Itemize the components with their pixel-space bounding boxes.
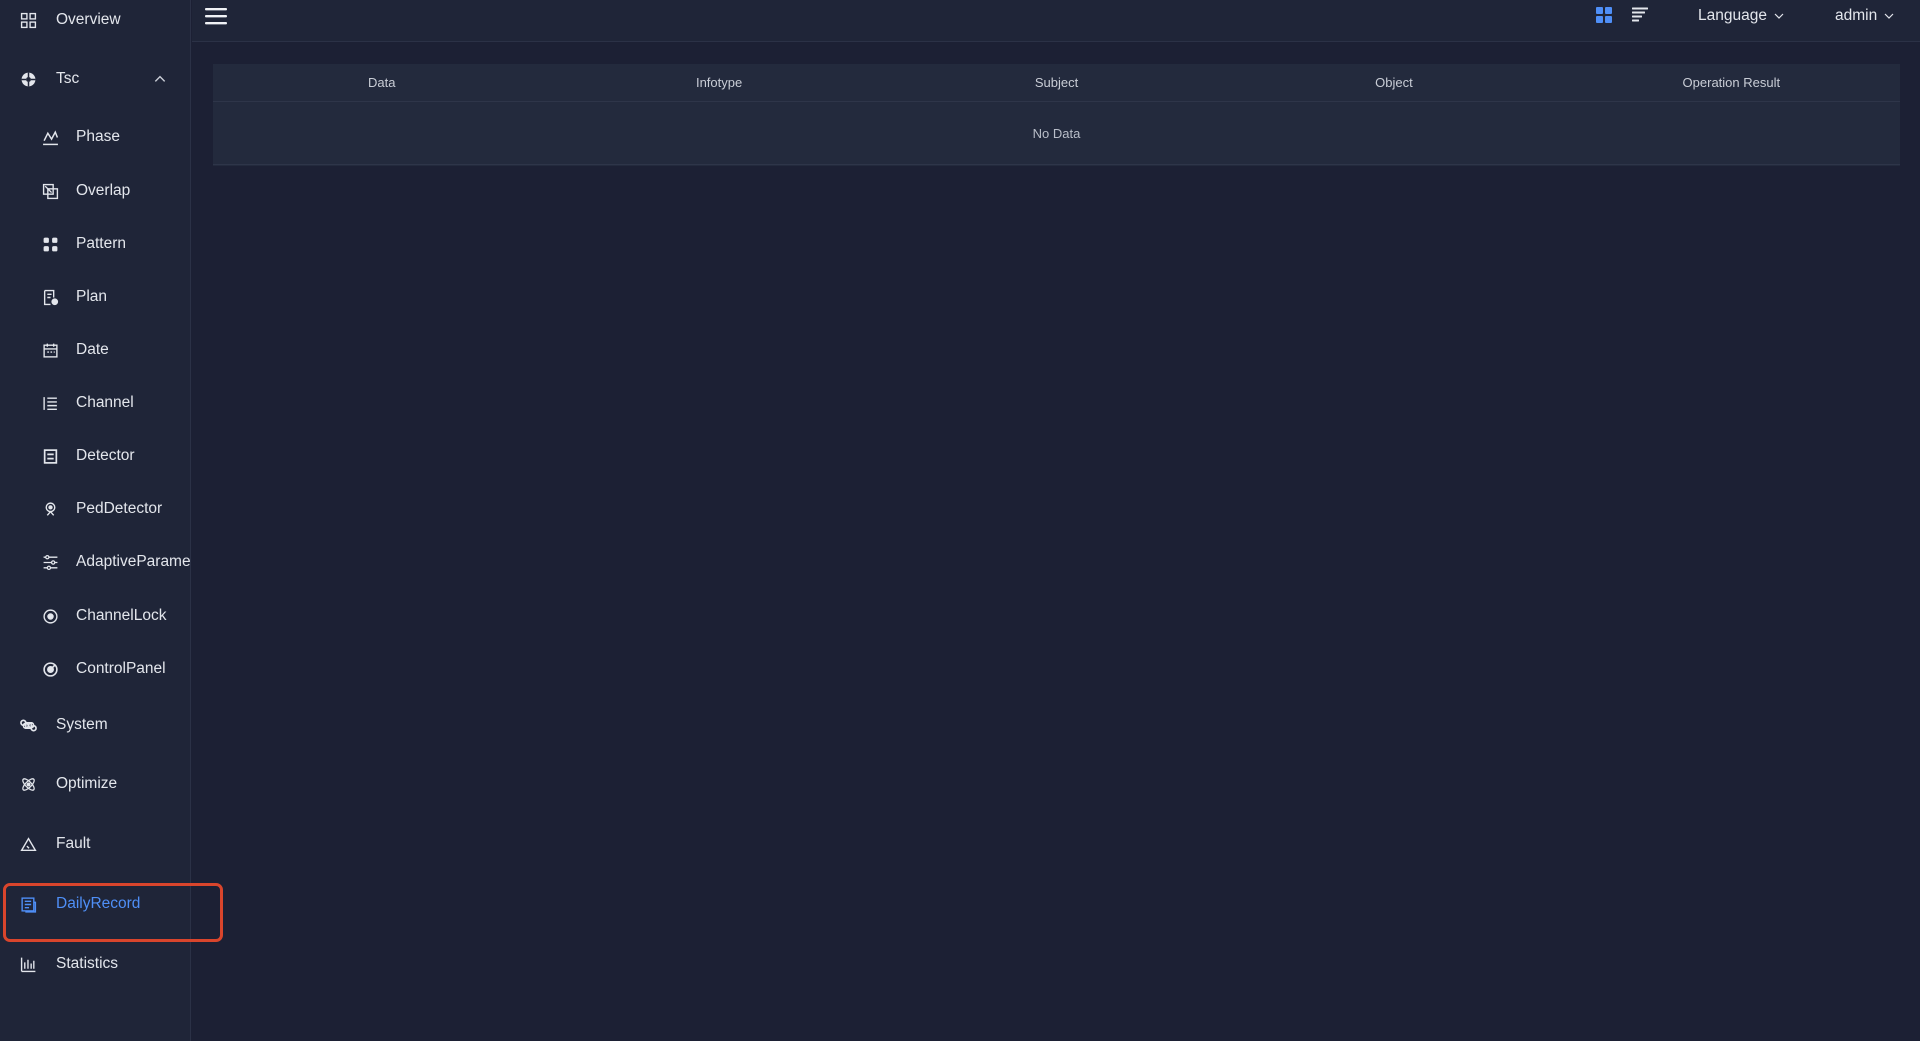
sidebar-item-label: Statistics	[56, 955, 119, 972]
table-header-row: Data Infotype Subject Object Operation R…	[213, 64, 1900, 102]
sidebar-item-dailyrecord[interactable]: DailyRecord	[0, 880, 190, 928]
atom-icon	[19, 775, 37, 793]
sidebar-item-channellock[interactable]: ChannelLock	[0, 592, 190, 640]
sidebar-item-date[interactable]: Date	[0, 326, 190, 374]
sidebar-item-label: ChannelLock	[76, 607, 167, 624]
sidebar-item-label: Pattern	[76, 235, 126, 252]
column-header-subject[interactable]: Subject	[888, 75, 1225, 90]
control-dial-icon	[41, 660, 59, 678]
lock-circle-icon	[41, 607, 59, 625]
chevron-down-icon	[1884, 13, 1894, 19]
sidebar-item-label: Phase	[76, 128, 120, 145]
pedestrian-icon	[41, 500, 59, 518]
sidebar-item-optimize[interactable]: Optimize	[0, 760, 190, 808]
sidebar-item-controlpanel[interactable]: ControlPanel	[0, 645, 190, 693]
tsc-aperture-icon	[19, 70, 37, 88]
command-icon	[19, 716, 37, 734]
language-dropdown[interactable]: Language	[1698, 7, 1785, 25]
empty-state-text: No Data	[213, 102, 1900, 165]
sidebar-item-phase[interactable]: Phase	[0, 113, 190, 161]
sliders-icon	[41, 553, 59, 571]
sidebar-item-label: Detector	[76, 447, 135, 464]
overview-grid-icon	[19, 11, 37, 29]
sidebar: Overview Tsc Phase Overlap Pattern Plan	[0, 0, 191, 1041]
sidebar-item-label: ControlPanel	[76, 660, 166, 677]
daily-record-icon	[19, 895, 37, 913]
detector-icon	[41, 447, 59, 465]
sidebar-item-label: Fault	[56, 835, 91, 852]
sidebar-item-label: Overview	[56, 11, 121, 28]
sidebar-item-statistics[interactable]: Statistics	[0, 940, 190, 988]
channel-list-icon	[41, 394, 59, 412]
sidebar-item-label: PedDetector	[76, 500, 163, 517]
sidebar-item-label: Date	[76, 341, 109, 358]
sidebar-item-adaptiveparame[interactable]: AdaptiveParame	[0, 538, 191, 586]
sidebar-item-label: Channel	[76, 394, 134, 411]
top-header: Language admin	[192, 0, 1920, 42]
daily-record-table: Data Infotype Subject Object Operation R…	[213, 64, 1900, 166]
pattern-icon	[41, 235, 59, 253]
sidebar-item-tsc[interactable]: Tsc	[0, 55, 190, 103]
chevron-down-icon	[1774, 13, 1784, 19]
column-header-object[interactable]: Object	[1225, 75, 1562, 90]
sidebar-item-fault[interactable]: Fault	[0, 820, 190, 868]
sidebar-item-label: Optimize	[56, 775, 118, 792]
column-header-data[interactable]: Data	[213, 75, 550, 90]
sidebar-item-overlap[interactable]: Overlap	[0, 167, 190, 215]
sidebar-item-label: Overlap	[76, 182, 131, 199]
column-header-operation-result[interactable]: Operation Result	[1563, 75, 1900, 90]
sidebar-item-plan[interactable]: Plan	[0, 273, 190, 321]
language-label: Language	[1698, 7, 1767, 24]
sidebar-item-channel[interactable]: Channel	[0, 379, 190, 427]
user-label: admin	[1835, 7, 1878, 24]
overlap-icon	[41, 182, 59, 200]
sidebar-item-label: DailyRecord	[56, 895, 141, 912]
sidebar-item-detector[interactable]: Detector	[0, 432, 190, 480]
sidebar-item-system[interactable]: System	[0, 701, 190, 749]
plan-document-icon	[41, 288, 59, 306]
sidebar-item-label: Plan	[76, 288, 108, 305]
user-dropdown[interactable]: admin	[1835, 7, 1895, 25]
phase-chart-icon	[41, 128, 59, 146]
sidebar-item-peddetector[interactable]: PedDetector	[0, 485, 190, 533]
sidebar-item-label: AdaptiveParame	[76, 553, 191, 570]
sort-list-icon[interactable]	[1630, 5, 1650, 25]
warning-triangle-icon	[19, 835, 37, 853]
sidebar-item-pattern[interactable]: Pattern	[0, 220, 190, 268]
hamburger-menu-icon[interactable]	[204, 5, 228, 27]
sidebar-item-overview[interactable]: Overview	[0, 0, 190, 44]
grid-view-icon[interactable]	[1594, 5, 1614, 25]
sidebar-item-label: System	[56, 716, 108, 733]
column-header-infotype[interactable]: Infotype	[550, 75, 887, 90]
chevron-up-icon[interactable]	[153, 72, 167, 86]
sidebar-item-label: Tsc	[56, 70, 80, 87]
bar-chart-icon	[19, 955, 37, 973]
calendar-icon	[41, 341, 59, 359]
